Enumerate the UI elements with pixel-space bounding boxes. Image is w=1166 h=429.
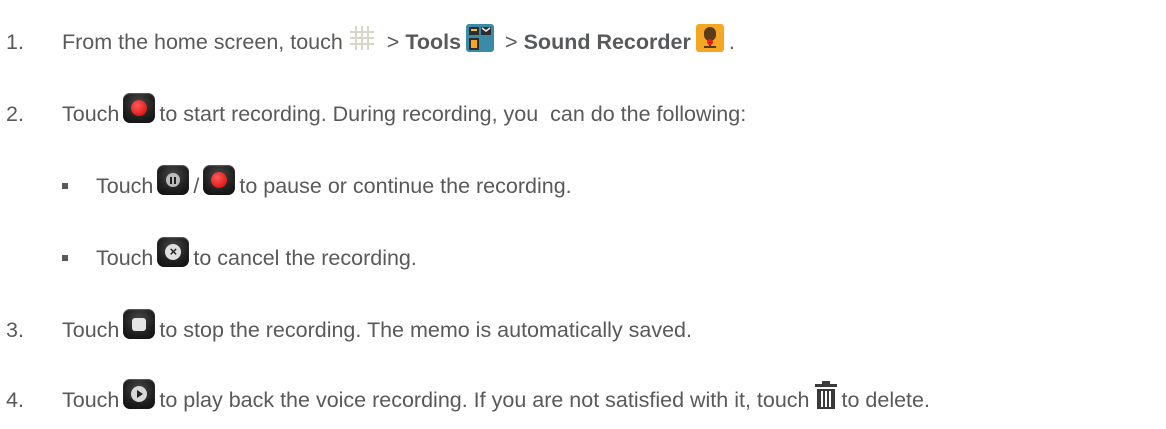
trash-icon — [814, 380, 838, 410]
step-text: to delete. — [841, 387, 930, 412]
cancel-button-icon: × — [157, 237, 190, 267]
step-text: to stop the recording. The memo is autom… — [159, 317, 692, 342]
substep-2: Touch × to cancel the recording. — [62, 237, 417, 278]
tools-folder-icon — [465, 23, 495, 53]
substep-1: Touch / to pause or continue the recordi… — [62, 165, 572, 206]
substep-text: to cancel the recording. — [193, 245, 417, 270]
step-text: to play back the voice recording. If you… — [159, 387, 810, 412]
step-text: to start recording. During recording, yo… — [159, 101, 747, 126]
step-number: 1. — [6, 29, 24, 54]
step-text: Touch — [62, 387, 120, 412]
substep-text: Touch — [96, 245, 154, 270]
step-1: 1. From the home screen, touch > Tools >… — [0, 22, 735, 62]
sound-recorder-app-icon — [695, 23, 725, 53]
bullet — [62, 183, 68, 189]
tools-label: Tools — [405, 29, 462, 54]
step-text: From the home screen, touch — [62, 29, 343, 54]
separator: > — [380, 29, 406, 54]
slash: / — [193, 173, 200, 198]
sound-recorder-label: Sound Recorder — [523, 29, 691, 54]
play-button-icon — [123, 379, 156, 409]
substep-text: to pause or continue the recording. — [239, 173, 572, 198]
record-button-icon — [203, 165, 236, 195]
step-number: 4. — [6, 387, 24, 412]
step-4: 4. Touch to play back the voice recordin… — [0, 379, 930, 420]
separator: > — [499, 29, 524, 54]
step-3: 3. Touch to stop the recording. The memo… — [0, 309, 692, 350]
bullet — [62, 255, 68, 261]
substep-text: Touch — [96, 173, 154, 198]
instruction-page: 1. From the home screen, touch > Tools >… — [0, 0, 1166, 429]
apps-grid-icon — [347, 23, 377, 53]
pause-button-icon — [157, 165, 190, 195]
period: . — [728, 29, 735, 54]
record-button-icon — [123, 93, 156, 123]
stop-button-icon — [123, 309, 156, 339]
step-2: 2. Touch to start recording. During reco… — [0, 93, 747, 134]
step-number: 2. — [6, 101, 24, 126]
step-text: Touch — [62, 101, 120, 126]
step-number: 3. — [6, 317, 24, 342]
step-text: Touch — [62, 317, 120, 342]
